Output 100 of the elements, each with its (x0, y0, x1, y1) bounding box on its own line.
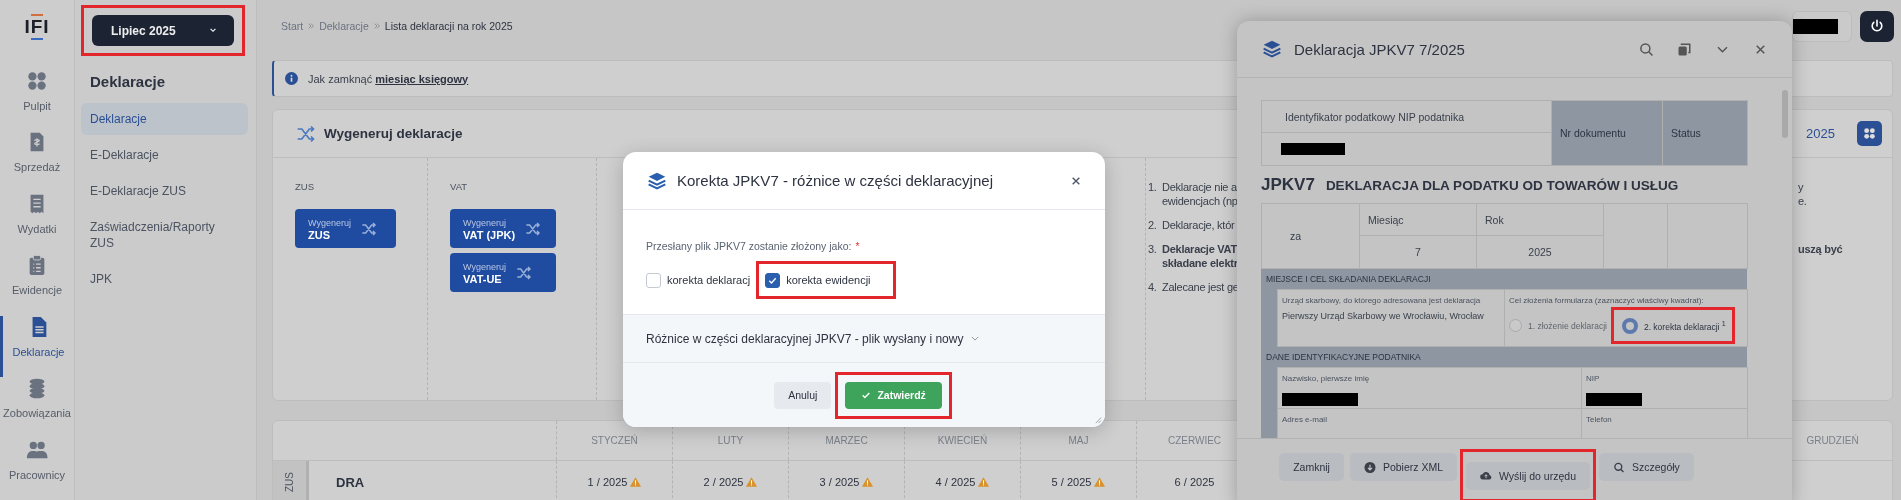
resize-handle-icon[interactable] (1093, 415, 1102, 424)
form-header: Nr dokumentu (1551, 100, 1663, 166)
sidebar-item[interactable]: E-Deklaracje ZUS (81, 175, 248, 207)
form-label: Adres e-mail (1282, 415, 1327, 424)
form-header: Status (1662, 100, 1748, 166)
power-button[interactable] (1860, 10, 1894, 42)
generate-button[interactable]: Wygeneruj ZUS (295, 209, 396, 248)
note-text: e. (1798, 195, 1807, 207)
note-text: Deklaracje, któr (1162, 219, 1235, 231)
generate-button[interactable]: Wygeneruj VAT-UE (450, 253, 556, 292)
table-cell[interactable]: 1 / 2025 (587, 476, 628, 488)
form-label: Nazwisko, pierwsze imię (1282, 374, 1370, 383)
copy-icon[interactable] (1677, 41, 1692, 57)
download-icon (1363, 461, 1376, 473)
required-mark: * (855, 240, 860, 252)
grid-icon (1863, 127, 1876, 140)
shuffle-icon (296, 123, 316, 144)
dashboard-icon (26, 69, 48, 92)
accordion-header[interactable]: Różnice w części deklaracyjnej JPKV7 - plik wysłany i nowy (623, 314, 1105, 363)
rail-item[interactable]: Zobowiązania (0, 377, 75, 439)
search-icon[interactable] (1639, 41, 1654, 57)
rail-item[interactable]: Sprzedaż (0, 131, 75, 193)
checkbox[interactable] (765, 272, 781, 288)
table-cell[interactable]: 6 / 2025 (1174, 476, 1215, 488)
note-text: Deklaracje VAT (1162, 243, 1237, 255)
search-icon (1612, 461, 1625, 473)
group-label: ZUS (273, 461, 309, 500)
note-number: 2. (1148, 219, 1157, 231)
field-label: Przesłany plik JPKV7 zostanie złożony jako: (646, 240, 852, 252)
table-cell[interactable]: 3 / 2025 (819, 476, 860, 488)
shuffle-icon (525, 220, 542, 237)
footer-button[interactable]: Pobierz XML (1349, 453, 1458, 481)
sidebar-item[interactable]: Deklaracje (81, 103, 248, 135)
chevron-icon (971, 336, 980, 341)
period-dropdown[interactable]: Lipiec 2025 (92, 15, 234, 46)
warning-icon (1094, 477, 1106, 487)
radio-option[interactable]: 2. korekta deklaracji $^{1}$ (1621, 317, 1726, 334)
table-cell[interactable]: 5 / 2025 (1051, 476, 1092, 488)
shuffle-icon (360, 220, 377, 237)
note-number: 4. (1148, 281, 1157, 293)
row-name: DRA (336, 474, 365, 490)
cancel-button[interactable]: Anuluj (774, 381, 832, 409)
checkbox-option[interactable]: korekta ewidencji (765, 272, 871, 288)
check-icon (861, 390, 872, 400)
form-label: Urząd skarbowy, do którego adresowana jest deklaracja (1282, 296, 1481, 305)
dialog-title: Korekta JPKV7 - różnice w części deklaracyjnej (677, 172, 993, 189)
section-header: MIEJSCE I CEL SKŁADANIA DEKLARACJI (1261, 268, 1747, 289)
rail-item[interactable]: Ewidencje (0, 254, 75, 316)
form-value: Pierwszy Urząd Skarbowy we Wrocławiu, Wrocław (1282, 311, 1484, 321)
note-number: 1. (1148, 181, 1157, 193)
sidebar-item[interactable]: JPK (81, 263, 248, 295)
note-text: uszą być (1798, 243, 1843, 255)
section-title: Deklaracje (89, 72, 167, 92)
help-link[interactable]: miesiąc księgowy (375, 72, 469, 85)
logo[interactable]: IFI (24, 14, 50, 47)
redaction-bar (1281, 143, 1345, 155)
year-dropdown[interactable]: 2025 (1806, 126, 1835, 141)
rail-item[interactable]: Wydatki (0, 192, 75, 255)
rail-item[interactable]: Pulpit (0, 69, 75, 132)
footer-button[interactable]: Wyślij do urzędu (1466, 461, 1590, 490)
info-text: Jak zamknąć miesiąc księgowy (308, 72, 469, 85)
table-cell[interactable]: 4 / 2025 (935, 476, 976, 488)
note-text: składane elektr (1162, 257, 1238, 269)
scrollbar[interactable] (1782, 90, 1788, 138)
form-gutter (1261, 367, 1277, 438)
chevron-icon (372, 22, 381, 30)
footer-button[interactable]: Szczegóły (1598, 453, 1694, 481)
form-heading: DEKLARACJA DLA PODATKU OD TOWARÓW I USŁUG (1325, 178, 1679, 193)
note-text: ewidencjach (np (1162, 195, 1238, 207)
layers-icon (647, 170, 667, 191)
caret-icon (209, 28, 217, 33)
rail-item[interactable]: Pracownicy (0, 438, 75, 500)
chevron-icon (307, 22, 316, 30)
sidebar-item[interactable]: E-Deklaracje (81, 139, 248, 171)
note-text: Deklaracje nie a (1162, 181, 1237, 193)
redaction-bar (1793, 18, 1838, 34)
sidebar-item[interactable]: Zaświadczenia/Raporty ZUS (81, 211, 248, 259)
footer-button[interactable]: Zamknij (1279, 453, 1344, 481)
note-text: y (1798, 181, 1804, 193)
form-label: Cel złożenia formularza (zaznaczyć właściwy kwadrat): (1509, 296, 1704, 305)
window-title: Deklaracja JPKV7 7/2025 (1294, 40, 1465, 58)
generate-button[interactable]: Wygeneruj VAT (JPK) (450, 209, 556, 248)
shuffle-icon (515, 264, 532, 281)
card-title: Wygeneruj deklaracje (324, 126, 463, 141)
checkbox-option[interactable]: korekta deklaracj (646, 272, 751, 288)
form-code: JPKV7 (1261, 175, 1315, 195)
group-label: VAT (450, 181, 468, 192)
user-field[interactable] (1792, 10, 1852, 42)
grid-view-button[interactable] (1857, 121, 1882, 146)
warning-icon (746, 477, 758, 487)
table-cell[interactable]: 2 / 2025 (703, 476, 744, 488)
note-number: 3. (1148, 243, 1157, 255)
group-label: ZUS (295, 181, 314, 192)
power-icon (1869, 18, 1885, 34)
warning-icon (862, 477, 874, 487)
cloud-upload-icon (1480, 470, 1493, 481)
warning-icon (630, 477, 642, 487)
radio-option[interactable]: 1. złożenie deklaracji (1509, 319, 1607, 332)
close-icon[interactable] (1071, 175, 1081, 186)
form-label: NIP (1586, 374, 1600, 383)
